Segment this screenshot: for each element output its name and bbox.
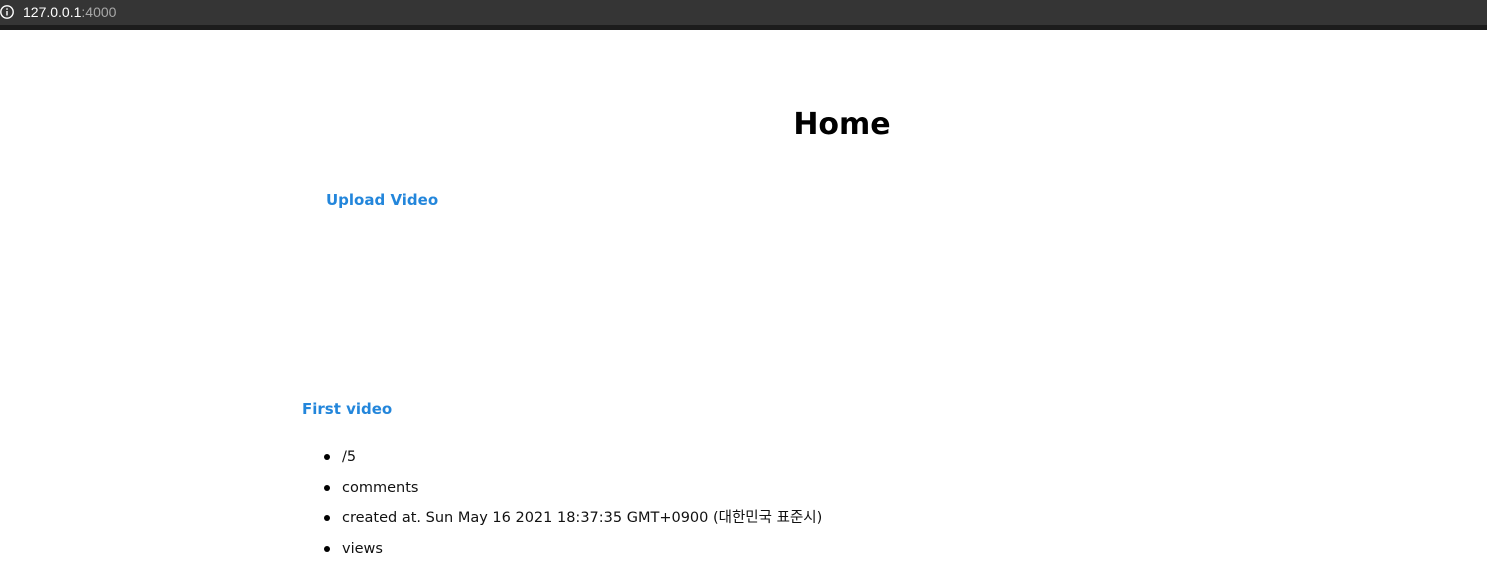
video-rating: /5 bbox=[342, 449, 356, 465]
video-views: views bbox=[342, 541, 383, 557]
video-meta-list: /5 comments created at. Sun May 16 2021 … bbox=[324, 446, 822, 568]
address-url[interactable]: 127.0.0.1:4000 bbox=[23, 3, 116, 21]
browser-address-bar: 127.0.0.1:4000 bbox=[0, 0, 1487, 25]
upload-video-link[interactable]: Upload Video bbox=[326, 190, 438, 210]
list-item: comments bbox=[324, 477, 822, 508]
toolbar-divider bbox=[0, 25, 1487, 30]
video-title-link[interactable]: First video bbox=[302, 398, 392, 420]
info-icon[interactable] bbox=[0, 4, 16, 20]
page-title: Home bbox=[793, 107, 890, 142]
bullet-icon bbox=[324, 546, 330, 552]
video-created-at: created at. Sun May 16 2021 18:37:35 GMT… bbox=[342, 510, 822, 526]
bullet-icon bbox=[324, 485, 330, 491]
list-item: /5 bbox=[324, 446, 822, 477]
list-item: created at. Sun May 16 2021 18:37:35 GMT… bbox=[324, 507, 822, 538]
url-port: :4000 bbox=[81, 4, 116, 20]
list-item: views bbox=[324, 538, 822, 568]
url-host: 127.0.0.1 bbox=[23, 4, 81, 20]
video-card: First video /5 comments created at. Sun … bbox=[302, 398, 1002, 420]
bullet-icon bbox=[324, 515, 330, 521]
video-comments: comments bbox=[342, 480, 418, 496]
page-title-container: Home bbox=[0, 103, 1487, 147]
bullet-icon bbox=[324, 454, 330, 460]
